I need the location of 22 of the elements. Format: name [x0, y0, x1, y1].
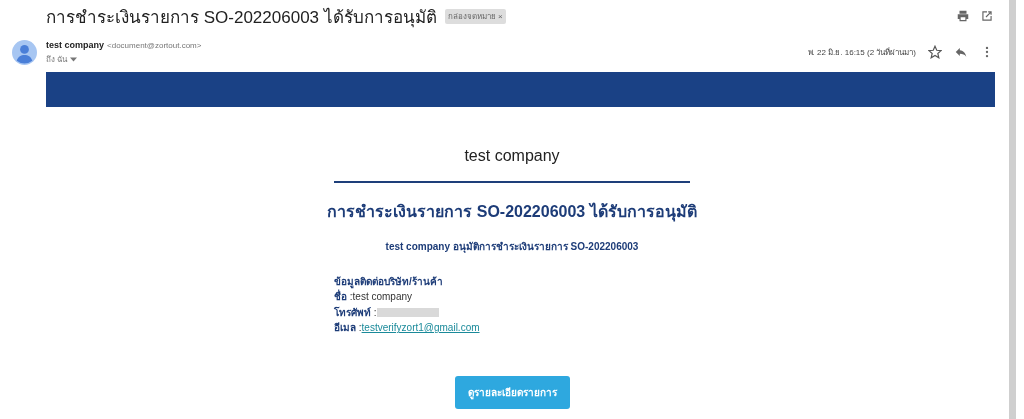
field-label: อีเมล : — [334, 321, 362, 336]
dropdown-icon[interactable] — [70, 57, 78, 62]
field-label: โทรศัพท์ : — [334, 305, 377, 320]
field-label: ชื่อ : — [334, 289, 353, 305]
contact-title: ข้อมูลติดต่อบริษัท/ร้านค้า — [334, 275, 444, 289]
recipient-label: ถึง ฉัน — [46, 54, 68, 66]
scrollbar[interactable] — [1009, 0, 1016, 419]
email-heading: การชำระเงินรายการ SO-202206003 ได้รับการอนุมัติ — [326, 201, 698, 224]
email-subheading: test company อนุมัติการชำระเงินรายการ SO-202206003 — [384, 240, 640, 254]
redaction-bar — [376, 307, 439, 317]
email-subject: การชำระเงินรายการ SO-202206003 ได้รับการอนุมัติ — [46, 6, 437, 30]
avatar-icon — [12, 40, 37, 65]
view-details-button[interactable]: ดูรายละเอียดรายการ — [454, 375, 570, 409]
company-name: test company — [463, 147, 561, 166]
email-date: พ. 22 มิ.ย. 16:15 (2 วันที่ผ่านมา) — [807, 46, 916, 59]
print-icon[interactable] — [956, 9, 970, 23]
star-icon[interactable] — [928, 45, 942, 59]
sender-email: <document@zortout.com> — [107, 41, 202, 50]
reply-icon[interactable] — [954, 45, 968, 59]
label-chip[interactable]: กล่องจดหมาย × — [444, 8, 506, 24]
new-window-icon[interactable] — [980, 9, 994, 23]
sender-name: test company — [46, 40, 105, 50]
